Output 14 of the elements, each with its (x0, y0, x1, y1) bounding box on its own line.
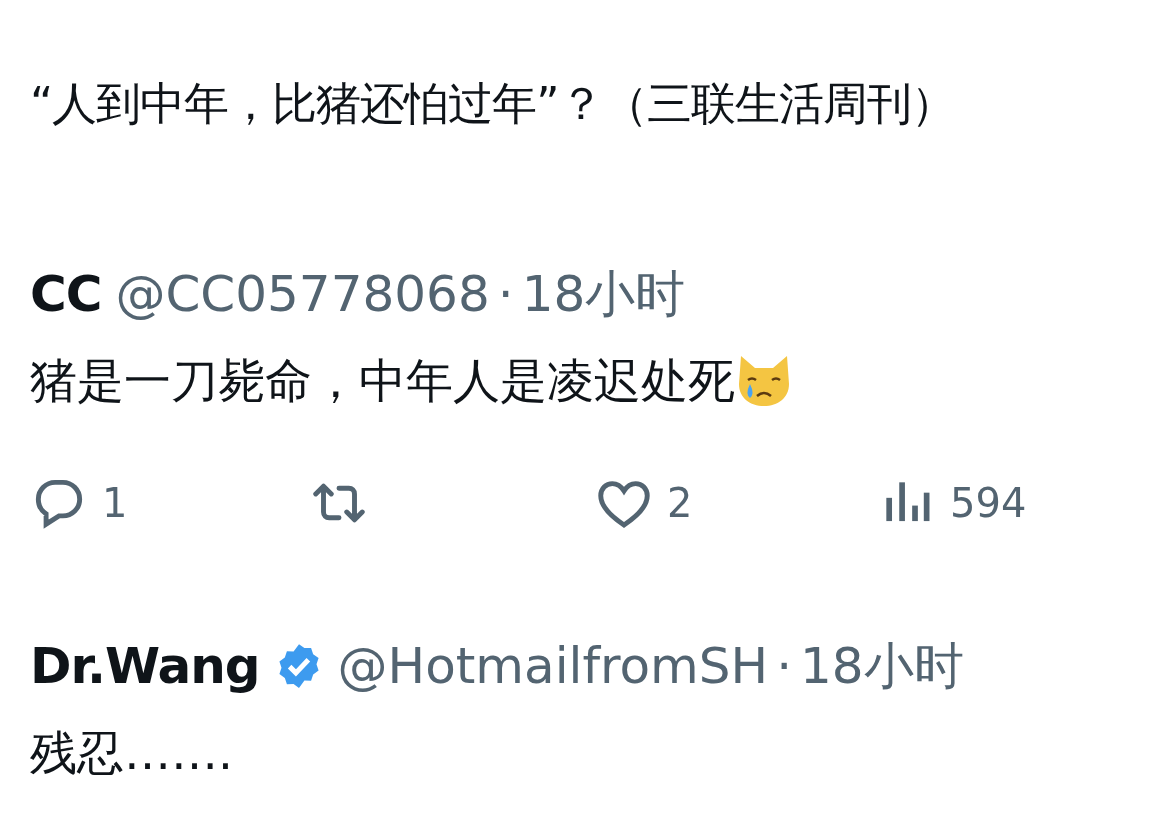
reply-text: 残忍……. (30, 724, 233, 782)
user-handle[interactable]: @HotmailfromSH (337, 634, 769, 698)
action-count: 2 (667, 480, 693, 526)
action-count: 594 (950, 480, 1027, 526)
separator-dot: · (776, 636, 793, 697)
user-handle[interactable]: @CC05778068 (115, 262, 490, 326)
post-time: 18小时 (521, 264, 686, 325)
user-name[interactable]: Dr.Wang (30, 634, 260, 698)
user-name[interactable]: CC (30, 262, 102, 326)
action-count: 1 (102, 480, 128, 526)
separator-dot: · (497, 264, 514, 325)
headline: “人到中年，比猪还怕过年”？（三联生活周刊） (30, 76, 956, 132)
reply-text: 猪是一刀毙命，中年人是凌迟处死 (30, 352, 735, 410)
post-time: 18小时 (800, 636, 964, 697)
